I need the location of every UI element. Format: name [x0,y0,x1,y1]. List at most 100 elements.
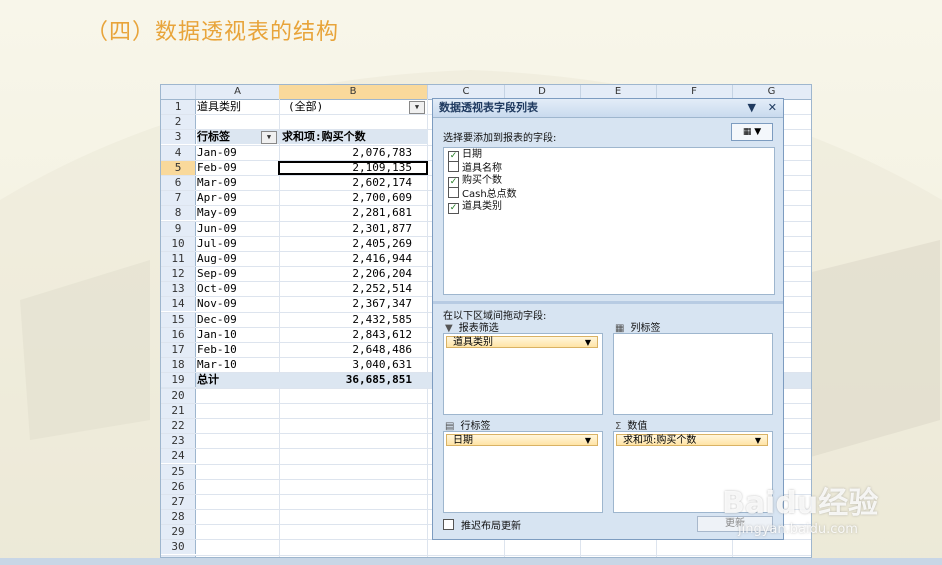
row-value[interactable]: 2,281,681 [280,206,416,220]
row-field-chip[interactable]: 日期 ▼ [446,434,598,446]
filter-zone[interactable]: 道具类别 ▼ [443,333,603,415]
row-number[interactable]: 30 [161,540,196,555]
checkbox-icon[interactable] [448,187,459,198]
row-number[interactable]: 6 [161,175,196,190]
field-item-date[interactable]: ✓ 日期 [444,148,774,162]
field-item-item-name[interactable]: 道具名称 [444,161,774,174]
row-label[interactable]: Jun-09 [197,222,279,236]
column-header-d[interactable]: D [504,85,581,99]
layout-options-button[interactable]: ▦ ▼ [731,123,773,141]
row-zone[interactable]: 日期 ▼ [443,431,603,513]
chevron-down-icon[interactable]: ▼ [585,435,591,447]
column-header-b[interactable]: B [279,85,428,99]
row-number[interactable]: 22 [161,418,196,433]
column-header-f[interactable]: F [656,85,733,99]
row-value[interactable]: 3,040,631 [280,358,416,372]
chevron-down-icon[interactable]: ▼ [585,337,591,349]
row-number[interactable]: 1 [161,100,196,114]
row-number[interactable]: 20 [161,388,196,403]
field-item-category[interactable]: ✓ 道具类别 [444,200,774,214]
row-label[interactable]: Jan-09 [197,146,279,160]
column-header-g[interactable]: G [732,85,811,99]
row-value[interactable]: 2,416,944 [280,252,416,266]
close-icon[interactable]: ✕ [768,101,777,114]
row-labels-dropdown-icon[interactable]: ▼ [261,131,277,145]
row-number[interactable]: 19 [161,373,196,388]
row-number[interactable]: 21 [161,403,196,418]
row-number[interactable]: 24 [161,449,196,464]
row-number[interactable]: 14 [161,297,196,312]
values-field-chip[interactable]: 求和项:购买个数 ▼ [616,434,768,446]
row-number[interactable]: 25 [161,464,196,479]
column-header-c[interactable]: C [428,85,505,99]
row-label[interactable]: Nov-09 [197,297,279,311]
filter-field-label[interactable]: 道具类别 [197,100,279,114]
row-value[interactable]: 2,700,609 [280,191,416,205]
row-number[interactable]: 5 [161,160,196,175]
row-number[interactable]: 16 [161,327,196,342]
row-label[interactable]: Mar-09 [197,176,279,190]
row-number[interactable]: 27 [161,494,196,509]
panel-splitter[interactable] [433,301,783,304]
row-number[interactable]: 13 [161,282,196,297]
panel-options-icon[interactable]: ▼ [747,101,755,114]
row-value[interactable]: 2,252,514 [280,282,416,296]
row-label[interactable]: Oct-09 [197,282,279,296]
row-number[interactable]: 11 [161,251,196,266]
row-number[interactable]: 10 [161,236,196,251]
values-header[interactable]: 求和项:购买个数 [280,130,428,145]
row-number[interactable]: 4 [161,145,196,160]
filter-dropdown-icon[interactable]: ▼ [409,101,425,114]
row-value[interactable]: 2,367,347 [280,297,416,311]
row-label[interactable]: Sep-09 [197,267,279,281]
filter-value[interactable]: (全部) [280,100,416,114]
table-row[interactable]: 30 [161,540,811,556]
row-number[interactable]: 2 [161,115,196,130]
checkbox-checked-icon[interactable]: ✓ [448,203,459,214]
field-list: ✓ 日期 道具名称 ✓ 购买个数 Cash总点数 ✓ 道具类别 [443,147,775,295]
field-item-cash-points[interactable]: Cash总点数 [444,187,774,200]
row-value[interactable]: 2,602,174 [280,176,416,190]
defer-layout-update[interactable]: 推迟布局更新 [443,517,521,532]
column-zone[interactable] [613,333,773,415]
row-number[interactable]: 17 [161,343,196,357]
row-number[interactable]: 15 [161,312,196,327]
row-value[interactable]: 2,301,877 [280,222,416,236]
row-label[interactable]: Jan-10 [197,328,279,342]
grand-total-value[interactable]: 36,685,851 [280,373,416,387]
row-label[interactable]: Aug-09 [197,252,279,266]
row-number[interactable]: 23 [161,434,196,449]
row-value[interactable]: 2,432,585 [280,313,416,327]
field-item-quantity[interactable]: ✓ 购买个数 [444,174,774,188]
row-number[interactable]: 26 [161,479,196,494]
column-header-e[interactable]: E [580,85,657,99]
row-number[interactable]: 3 [161,130,196,145]
checkbox-icon[interactable] [448,161,459,172]
row-label[interactable]: Apr-09 [197,191,279,205]
filter-field-chip[interactable]: 道具类别 ▼ [446,336,598,348]
row-number[interactable]: 12 [161,267,196,282]
column-header-a[interactable]: A [196,85,280,99]
checkbox-icon[interactable] [443,519,454,530]
row-label[interactable]: Feb-10 [197,343,279,357]
row-number[interactable]: 28 [161,510,196,525]
row-value[interactable]: 2,648,486 [280,343,416,357]
row-value[interactable]: 2,206,204 [280,267,416,281]
row-label[interactable]: Jul-09 [197,237,279,251]
chevron-down-icon[interactable]: ▼ [755,435,761,447]
field-label: 购买个数 [462,175,502,186]
row-value[interactable]: 2,076,783 [280,146,416,160]
row-number[interactable]: 8 [161,206,196,221]
row-label[interactable]: Feb-09 [197,161,279,175]
row-number[interactable]: 29 [161,525,196,540]
row-label[interactable]: May-09 [197,206,279,220]
row-label[interactable]: Mar-10 [197,358,279,372]
select-all-corner[interactable] [161,85,196,99]
row-number[interactable]: 18 [161,358,196,373]
row-value[interactable]: 2,843,612 [280,328,416,342]
row-label[interactable]: Dec-09 [197,313,279,327]
row-value[interactable]: 2,405,269 [280,237,416,251]
row-number[interactable]: 7 [161,191,196,206]
grand-total-label[interactable]: 总计 [197,373,279,387]
row-number[interactable]: 9 [161,221,196,236]
